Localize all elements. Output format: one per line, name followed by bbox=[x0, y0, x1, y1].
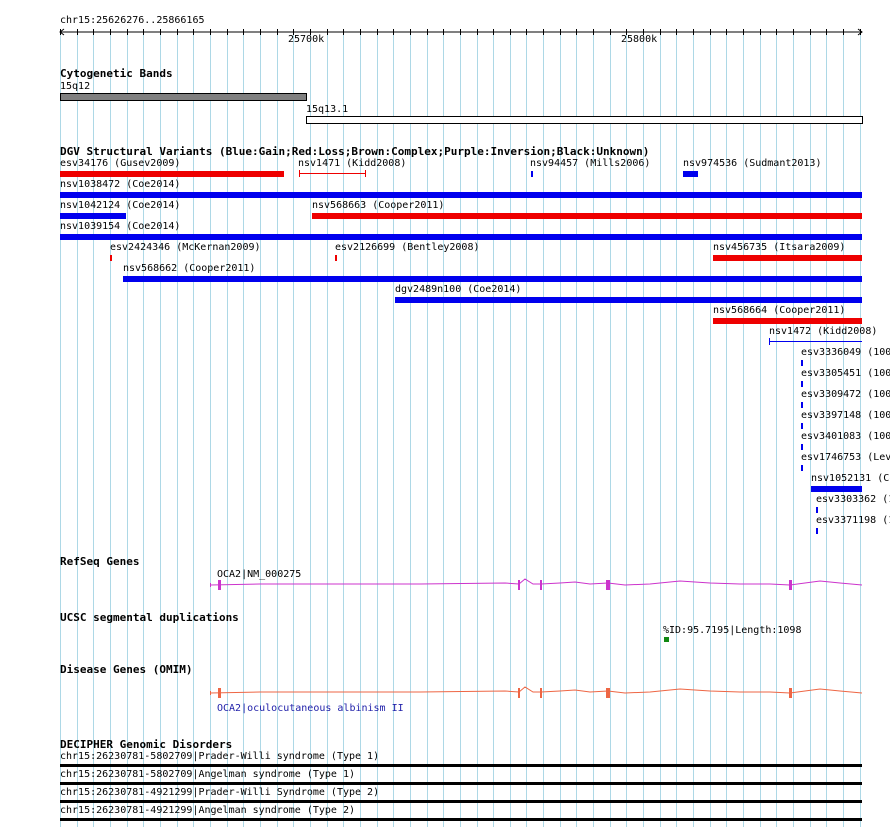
track-title-segdup: UCSC segmental duplications bbox=[60, 611, 239, 624]
segdup-feature[interactable] bbox=[664, 637, 669, 642]
variant-bar-gain[interactable] bbox=[816, 528, 818, 534]
variant-bar-gain[interactable] bbox=[816, 507, 818, 513]
cytoband-15q12[interactable] bbox=[60, 93, 307, 101]
variant-label: esv3309472 (100 bbox=[801, 389, 890, 400]
decipher-label: chr15:26230781-4921299|Angelman syndrome… bbox=[60, 805, 356, 816]
variant-label: esv1746753 (Lev bbox=[801, 452, 890, 463]
variant-label: esv3303362 (10 bbox=[816, 494, 890, 505]
cytoband-label: 15q13.1 bbox=[306, 104, 349, 115]
cytoband-15q13-1[interactable] bbox=[306, 116, 863, 124]
decipher-bar[interactable] bbox=[60, 764, 862, 767]
variant-bar-loss[interactable] bbox=[60, 171, 284, 177]
variant-bar-gain[interactable] bbox=[801, 465, 803, 471]
omim-gene-model[interactable] bbox=[0, 683, 890, 703]
variant-label: nsv568664 (Cooper2011) bbox=[713, 305, 846, 316]
decipher-bar[interactable] bbox=[60, 800, 862, 803]
cytoband-label: 15q12 bbox=[60, 81, 91, 92]
ruler-tick-label: 25700k bbox=[288, 34, 325, 45]
variant-bar-gain[interactable] bbox=[60, 234, 862, 240]
variant-label: nsv1042124 (Coe2014) bbox=[60, 200, 181, 211]
variant-label: nsv568663 (Cooper2011) bbox=[312, 200, 445, 211]
variant-label: nsv1471 (Kidd2008) bbox=[298, 158, 407, 169]
decipher-bar[interactable] bbox=[60, 782, 862, 785]
variant-label: nsv974536 (Sudmant2013) bbox=[683, 158, 822, 169]
ruler-tick-label: 25800k bbox=[621, 34, 658, 45]
variant-label: nsv1472 (Kidd2008) bbox=[769, 326, 878, 337]
variant-bar-loss[interactable] bbox=[312, 213, 862, 219]
variant-label: nsv94457 (Mills2006) bbox=[530, 158, 651, 169]
variant-label: esv34176 (Gusev2009) bbox=[60, 158, 181, 169]
track-title-cytobands: Cytogenetic Bands bbox=[60, 67, 173, 80]
omim-label: OCA2|oculocutaneous albinism II bbox=[217, 703, 404, 714]
variant-label: esv2126699 (Bentley2008) bbox=[335, 242, 480, 253]
variant-label: esv3305451 (100 bbox=[801, 368, 890, 379]
variant-label: esv3371198 (10 bbox=[816, 515, 890, 526]
track-title-decipher: DECIPHER Genomic Disorders bbox=[60, 738, 233, 751]
genome-browser-view: chr15:25626276..25866165 25700k 25800k C… bbox=[0, 0, 890, 827]
variant-bar-loss[interactable] bbox=[110, 255, 112, 261]
variant-bar-gain[interactable] bbox=[60, 213, 126, 219]
variant-bar-gain[interactable] bbox=[801, 423, 803, 429]
variant-bar-gain[interactable] bbox=[123, 276, 862, 282]
variant-label: esv3397148 (100 bbox=[801, 410, 890, 421]
variant-label: nsv1039154 (Coe2014) bbox=[60, 221, 181, 232]
decipher-label: chr15:26230781-4921299|Prader-Willi Synd… bbox=[60, 787, 380, 798]
variant-label: dgv2489n100 (Coe2014) bbox=[395, 284, 522, 295]
variant-bar-gain[interactable] bbox=[531, 171, 533, 177]
variant-label: nsv456735 (Itsara2009) bbox=[713, 242, 846, 253]
variant-label: esv3401083 (100 bbox=[801, 431, 890, 442]
variant-bar-gain[interactable] bbox=[801, 381, 803, 387]
variant-bar-gain[interactable] bbox=[811, 486, 862, 492]
variant-label: esv3336049 (100 bbox=[801, 347, 890, 358]
variant-bar-loss[interactable] bbox=[713, 255, 862, 261]
variant-label: nsv1052131 (Co bbox=[811, 473, 890, 484]
variant-label: nsv1038472 (Coe2014) bbox=[60, 179, 181, 190]
variant-bar-gain[interactable] bbox=[60, 192, 862, 198]
variant-bar-gain[interactable] bbox=[801, 444, 803, 450]
ruler-axis bbox=[59, 28, 863, 36]
variant-tick bbox=[769, 338, 770, 345]
variant-tick bbox=[299, 170, 300, 177]
variant-label: nsv568662 (Cooper2011) bbox=[123, 263, 256, 274]
variant-bar-loss[interactable] bbox=[299, 173, 366, 174]
segdup-label: %ID:95.7195|Length:1098 bbox=[663, 625, 802, 636]
variant-bar-gain[interactable] bbox=[395, 297, 862, 303]
track-title-omim: Disease Genes (OMIM) bbox=[60, 663, 193, 676]
decipher-label: chr15:26230781-5802709|Angelman syndrome… bbox=[60, 769, 356, 780]
variant-bar-gain[interactable] bbox=[770, 341, 862, 342]
variant-label: esv2424346 (McKernan2009) bbox=[110, 242, 261, 253]
decipher-label: chr15:26230781-5802709|Prader-Willi synd… bbox=[60, 751, 380, 762]
variant-bar-loss[interactable] bbox=[713, 318, 862, 324]
track-title-refseq: RefSeq Genes bbox=[60, 555, 140, 568]
variant-bar-gain[interactable] bbox=[801, 402, 803, 408]
variant-bar-gain[interactable] bbox=[683, 171, 698, 177]
decipher-bar[interactable] bbox=[60, 818, 862, 821]
gene-model-oca2[interactable] bbox=[0, 575, 890, 595]
variant-bar-loss[interactable] bbox=[335, 255, 337, 261]
variant-bar-gain[interactable] bbox=[801, 360, 803, 366]
variant-tick bbox=[365, 170, 366, 177]
track-title-dgv: DGV Structural Variants (Blue:Gain;Red:L… bbox=[60, 145, 650, 158]
